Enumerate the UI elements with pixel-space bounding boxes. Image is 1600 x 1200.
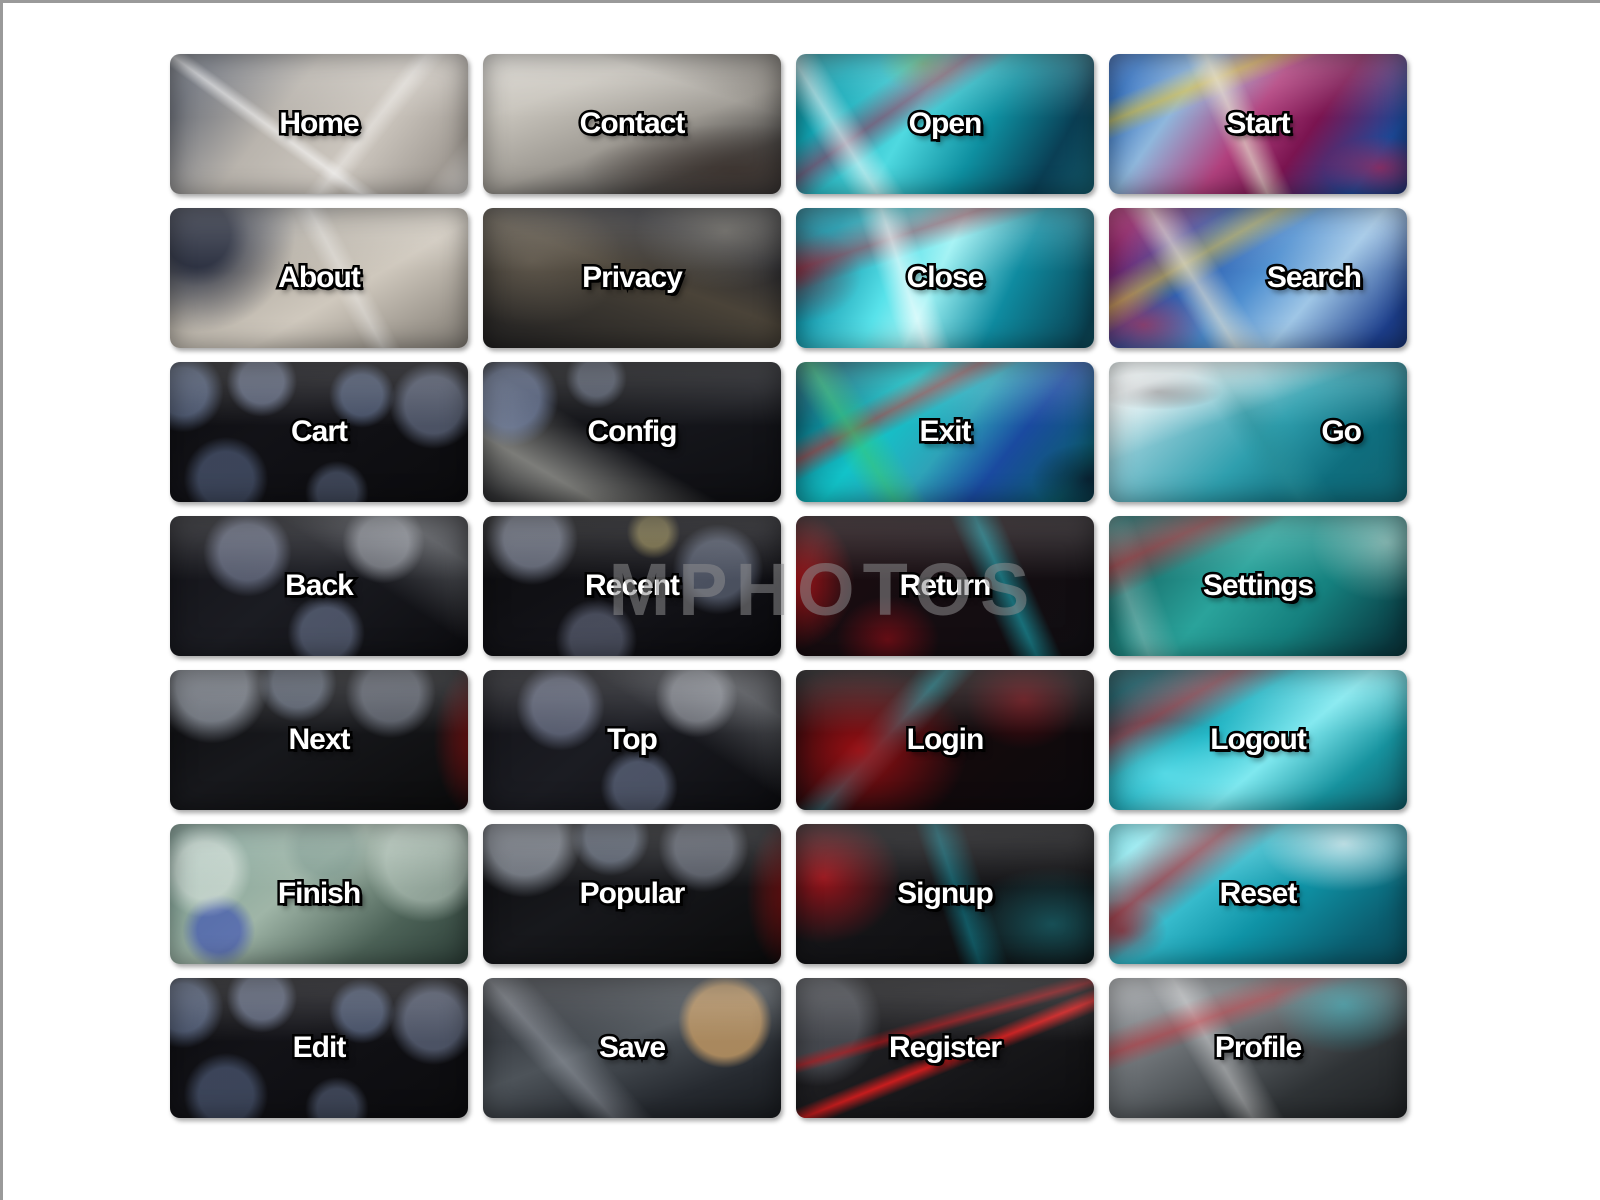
nav-button-label: Recent (582, 568, 682, 603)
nav-button-label: Privacy (580, 260, 686, 295)
nav-button-label: Profile (1212, 1030, 1304, 1065)
nav-button-home[interactable]: Home (170, 54, 468, 194)
nav-button-go[interactable]: Go (1109, 362, 1407, 502)
nav-button-label: Logout (1208, 722, 1310, 757)
nav-button-save[interactable]: Save (483, 978, 781, 1118)
nav-button-label: Close (904, 260, 987, 295)
nav-button-label: Home (277, 106, 362, 141)
nav-button-label: Start (1224, 106, 1293, 141)
nav-button-label: Config (585, 414, 680, 449)
nav-button-finish[interactable]: Finish (170, 824, 468, 964)
nav-button-search[interactable]: Search (1109, 208, 1407, 348)
nav-button-label: Settings (1200, 568, 1316, 603)
button-grid: Home Contact Open Start About Privacy Close Sea… (170, 54, 1408, 1118)
nav-button-popular[interactable]: Popular (483, 824, 781, 964)
nav-button-label: Next (286, 722, 353, 757)
nav-button-logout[interactable]: Logout (1109, 670, 1407, 810)
nav-button-label: Register (886, 1030, 1004, 1065)
nav-button-label: Back (283, 568, 357, 603)
nav-button-label: Contact (577, 106, 688, 141)
nav-button-recent[interactable]: Recent (483, 516, 781, 656)
nav-button-label: Login (904, 722, 987, 757)
nav-button-label: Save (596, 1030, 668, 1065)
nav-button-edit[interactable]: Edit (170, 978, 468, 1118)
nav-button-label: About (276, 260, 364, 295)
nav-button-label: Signup (895, 876, 997, 911)
nav-button-open[interactable]: Open (796, 54, 1094, 194)
button-set-canvas: Home Contact Open Start About Privacy Close Sea… (0, 0, 1600, 1200)
nav-button-label: Search (1264, 260, 1364, 295)
nav-button-start[interactable]: Start (1109, 54, 1407, 194)
nav-button-top[interactable]: Top (483, 670, 781, 810)
nav-button-label: Popular (577, 876, 688, 911)
nav-button-profile[interactable]: Profile (1109, 978, 1407, 1118)
nav-button-next[interactable]: Next (170, 670, 468, 810)
nav-button-contact[interactable]: Contact (483, 54, 781, 194)
nav-button-label: Go (1319, 414, 1365, 449)
nav-button-return[interactable]: Return (796, 516, 1094, 656)
nav-button-label: Return (897, 568, 994, 603)
nav-button-label: Exit (917, 414, 974, 449)
nav-button-signup[interactable]: Signup (796, 824, 1094, 964)
nav-button-label: Top (605, 722, 661, 757)
nav-button-reset[interactable]: Reset (1109, 824, 1407, 964)
nav-button-settings[interactable]: Settings (1109, 516, 1407, 656)
nav-button-cart[interactable]: Cart (170, 362, 468, 502)
nav-button-label: Open (906, 106, 985, 141)
nav-button-back[interactable]: Back (170, 516, 468, 656)
nav-button-register[interactable]: Register (796, 978, 1094, 1118)
nav-button-label: Reset (1217, 876, 1300, 911)
nav-button-label: Edit (290, 1030, 349, 1065)
nav-button-close[interactable]: Close (796, 208, 1094, 348)
nav-button-exit[interactable]: Exit (796, 362, 1094, 502)
nav-button-config[interactable]: Config (483, 362, 781, 502)
nav-button-about[interactable]: About (170, 208, 468, 348)
nav-button-privacy[interactable]: Privacy (483, 208, 781, 348)
nav-button-label: Cart (288, 414, 350, 449)
nav-button-login[interactable]: Login (796, 670, 1094, 810)
nav-button-label: Finish (275, 876, 363, 911)
